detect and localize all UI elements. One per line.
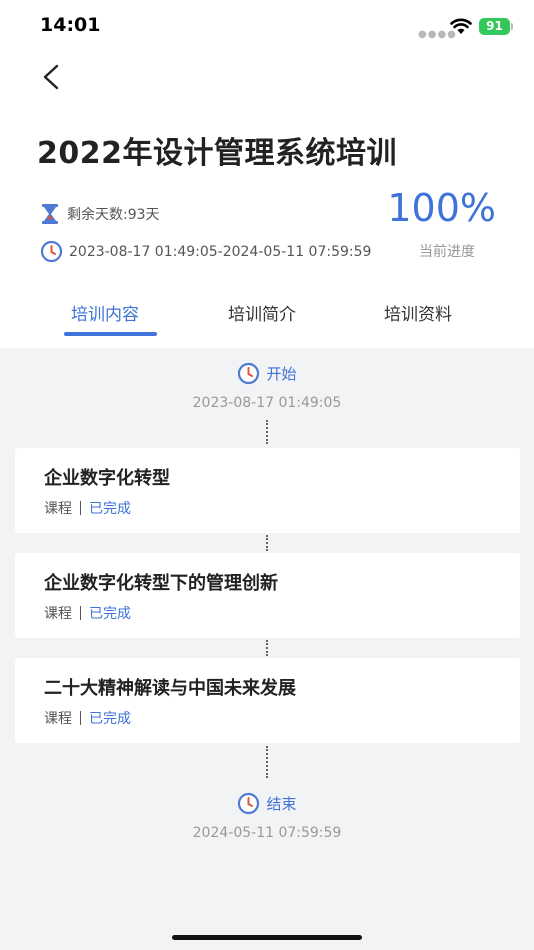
timeline-connector <box>266 640 268 656</box>
end-label: 结束 <box>266 795 297 813</box>
wifi-icon <box>450 18 472 34</box>
active-tab-indicator <box>64 332 157 336</box>
date-range-row: 2023-08-17 01:49:05-2024-05-11 07:59:59 <box>40 240 371 263</box>
course-card[interactable]: 企业数字化转型下的管理创新 课程 已完成 <box>15 553 520 638</box>
tab-bar: 培训内容 培训简介 培训资料 <box>0 296 534 336</box>
divider <box>80 606 81 620</box>
timeline-connector <box>266 535 268 551</box>
timeline-start: 开始 2023-08-17 01:49:05 <box>0 362 534 411</box>
clock-icon <box>238 792 260 815</box>
date-range-text: 2023-08-17 01:49:05-2024-05-11 07:59:59 <box>69 243 372 260</box>
course-meta: 课程 已完成 <box>44 498 131 518</box>
timeline-connector <box>266 420 268 444</box>
status-time: 14:01 <box>40 14 101 36</box>
end-time: 2024-05-11 07:59:59 <box>192 825 342 841</box>
course-card[interactable]: 二十大精神解读与中国未来发展 课程 已完成 <box>15 658 520 743</box>
divider <box>80 501 81 515</box>
clock-icon <box>40 240 63 263</box>
back-arrow-icon[interactable] <box>38 62 68 92</box>
hourglass-icon <box>42 204 58 224</box>
progress-label: 当前进度 <box>419 244 475 260</box>
days-left-row: 剩余天数:93天 <box>41 203 160 225</box>
course-status: 已完成 <box>89 711 131 727</box>
course-type: 课程 <box>44 606 72 622</box>
course-title: 企业数字化转型下的管理创新 <box>44 573 278 594</box>
course-type: 课程 <box>44 501 72 517</box>
course-title: 二十大精神解读与中国未来发展 <box>44 678 296 699</box>
days-left-text: 剩余天数:93天 <box>67 207 160 223</box>
battery-icon: 91 <box>479 18 510 35</box>
timeline-end: 结束 2024-05-11 07:59:59 <box>0 792 534 841</box>
course-meta: 课程 已完成 <box>44 708 131 728</box>
course-type: 课程 <box>44 711 72 727</box>
status-bar: 14:01 ●●●● 91 <box>0 0 534 54</box>
start-time: 2023-08-17 01:49:05 <box>192 395 342 411</box>
progress-percent: 100% <box>387 186 496 230</box>
tab-training-intro[interactable]: 培训简介 <box>228 300 296 325</box>
header-panel: 14:01 ●●●● 91 2022年设计管理系统培训 剩余天数:93天 202… <box>0 0 534 348</box>
start-label: 开始 <box>266 365 297 383</box>
course-meta: 课程 已完成 <box>44 603 131 623</box>
battery-tip <box>511 23 513 30</box>
course-status: 已完成 <box>89 606 131 622</box>
home-indicator[interactable] <box>172 935 362 940</box>
tab-training-content[interactable]: 培训内容 <box>71 300 139 325</box>
divider <box>80 711 81 725</box>
course-status: 已完成 <box>89 501 131 517</box>
tab-training-materials[interactable]: 培训资料 <box>384 300 452 325</box>
timeline-connector <box>266 746 268 778</box>
course-title: 企业数字化转型 <box>44 468 170 489</box>
clock-icon <box>238 362 260 385</box>
course-card[interactable]: 企业数字化转型 课程 已完成 <box>15 448 520 533</box>
page-title: 2022年设计管理系统培训 <box>37 136 397 171</box>
